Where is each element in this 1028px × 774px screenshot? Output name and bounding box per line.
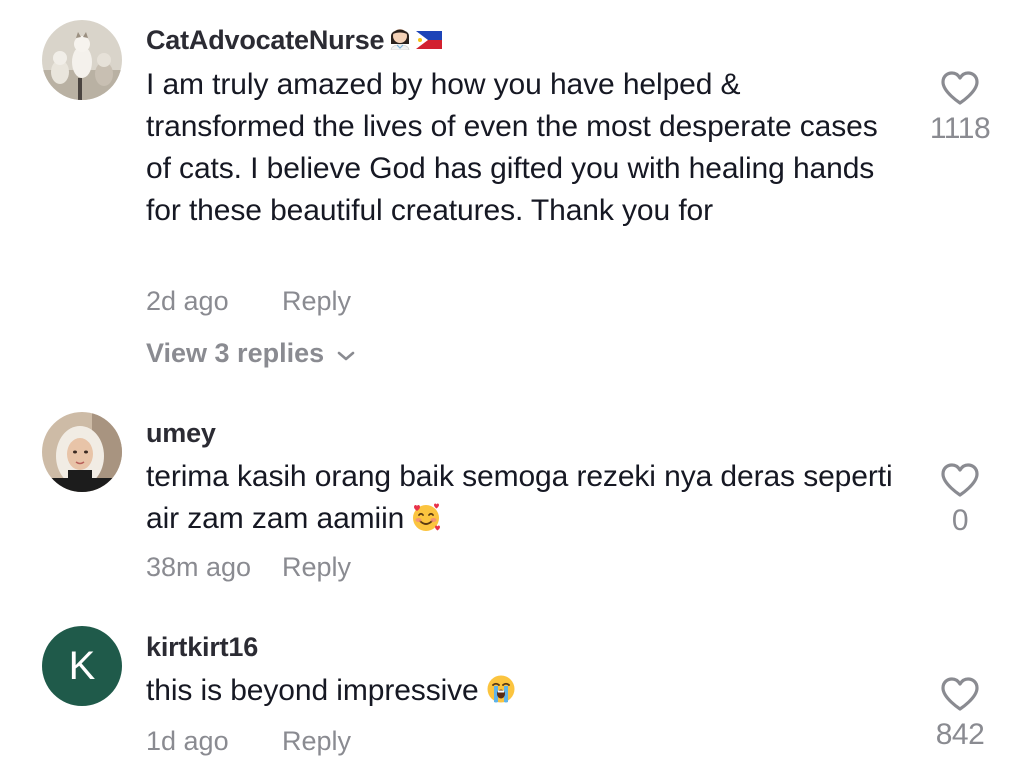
comment-item: K kirtkirt16 this is beyond impressive 1…: [0, 0, 1028, 774]
avatar[interactable]: K: [42, 626, 122, 706]
comment-meta: 1d ago Reply: [146, 726, 351, 757]
like-button[interactable]: 842: [920, 676, 1000, 752]
reply-button[interactable]: Reply: [282, 726, 351, 757]
loudly-crying-face-emoji-icon: [485, 673, 517, 717]
comment-time: 1d ago: [146, 726, 229, 756]
heart-icon: [941, 677, 979, 711]
comment-text: this is beyond impressive: [146, 670, 906, 717]
like-count: 842: [935, 718, 985, 751]
comment-username[interactable]: kirtkirt16: [146, 632, 258, 663]
avatar-letter: K: [68, 644, 96, 688]
